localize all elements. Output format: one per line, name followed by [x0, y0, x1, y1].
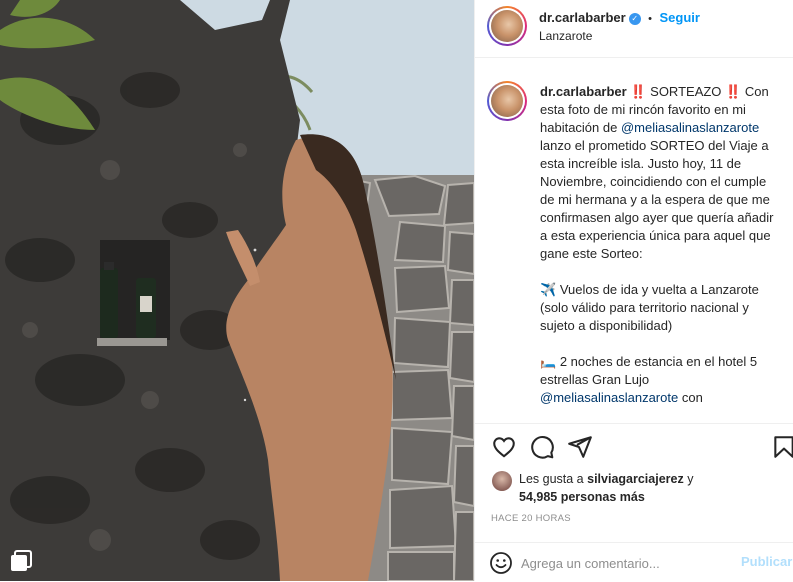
separator-dot: •	[648, 13, 653, 25]
post-header: dr.carlabarber ✓ • Seguir Lanzarote	[475, 0, 793, 58]
liker-avatar[interactable]	[492, 471, 512, 491]
mention-link[interactable]: @meliasalinaslanzarote	[621, 120, 759, 135]
publish-button[interactable]: Publicar	[741, 554, 792, 569]
comment-icon[interactable]	[529, 434, 555, 460]
username-link[interactable]: dr.carlabarber	[539, 10, 626, 25]
post-photo[interactable]	[0, 0, 474, 581]
caption-body-2: lanzo el prometido SORTEO del Viaje a es…	[540, 138, 774, 261]
caption-item-hotel-tail: con	[681, 390, 703, 405]
comment-input[interactable]	[519, 551, 713, 575]
emoji-smile-icon[interactable]	[489, 551, 513, 580]
photo-illustration	[0, 0, 474, 581]
post-timestamp[interactable]: HACE 20 HORAS	[491, 513, 571, 524]
caption-scroll-area[interactable]: dr.carlabarber ‼️ SORTEAZO ‼️ Con esta f…	[475, 58, 793, 423]
location-link[interactable]: Lanzarote	[539, 29, 592, 43]
caption-item-flights: Vuelos de ida y vuelta a Lanzarote (solo…	[540, 282, 759, 333]
mention-link-2[interactable]: @meliasalinaslanzarote	[540, 390, 678, 405]
likes-prefix: Les gusta a	[519, 472, 584, 486]
airplane-emoji-icon: ✈️	[540, 282, 557, 297]
caption-avatar[interactable]	[487, 81, 527, 121]
instagram-post-modal: dr.carlabarber ✓ • Seguir Lanzarote dr.ca…	[0, 0, 793, 581]
caption-text: dr.carlabarber ‼️ SORTEAZO ‼️ Con esta f…	[540, 83, 782, 407]
avatar[interactable]	[487, 6, 527, 46]
bed-emoji-icon: 🛏️	[540, 354, 557, 369]
bookmark-icon[interactable]	[771, 434, 793, 460]
multiple-posts-icon	[8, 548, 34, 574]
share-icon[interactable]	[567, 434, 593, 460]
caption-username[interactable]: dr.carlabarber	[540, 84, 627, 99]
heart-icon[interactable]	[491, 434, 517, 460]
likes-conj: y	[687, 472, 694, 486]
post-actions: Les gusta a silviagarciajerez y 54,985 p…	[475, 423, 793, 581]
comment-row: Publicar	[475, 542, 793, 582]
verified-badge-icon: ✓	[628, 13, 641, 25]
caption-headline: ‼️ SORTEAZO ‼️	[630, 84, 742, 99]
follow-button[interactable]: Seguir	[659, 10, 699, 25]
likes-count[interactable]: 54,985 personas más	[519, 490, 645, 504]
post-sidebar: dr.carlabarber ✓ • Seguir Lanzarote dr.ca…	[474, 0, 793, 581]
caption-item-hotel: 2 noches de estancia en el hotel 5 estre…	[540, 354, 758, 387]
liker-username[interactable]: silviagarciajerez	[587, 472, 684, 486]
likes-summary: Les gusta a silviagarciajerez y 54,985 p…	[519, 470, 693, 506]
